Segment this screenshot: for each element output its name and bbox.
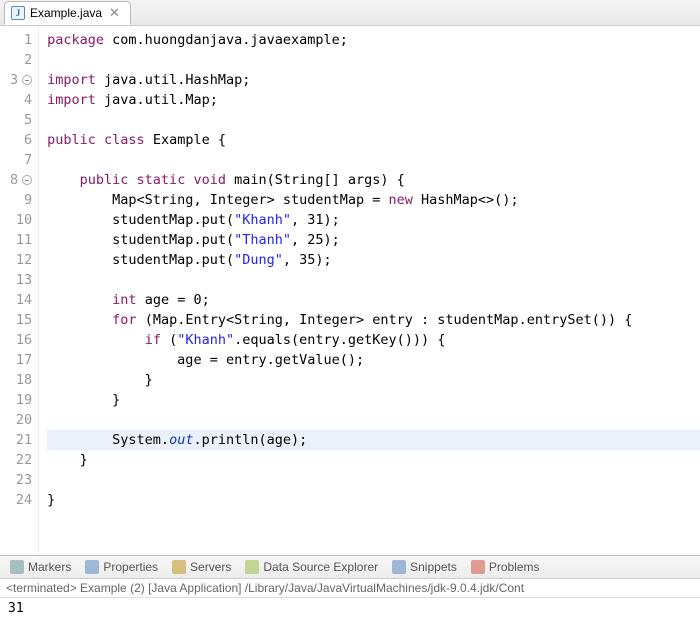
markers-icon xyxy=(10,560,24,574)
code-line[interactable]: studentMap.put("Dung", 35); xyxy=(47,250,700,270)
code-line[interactable] xyxy=(47,50,700,70)
view-tab-properties[interactable]: Properties xyxy=(85,560,158,574)
code-line[interactable]: } xyxy=(47,490,700,510)
line-number: 19 xyxy=(10,390,32,410)
view-tab-problems[interactable]: Problems xyxy=(471,560,540,574)
code-line[interactable] xyxy=(47,110,700,130)
view-tab-data-source-explorer[interactable]: Data Source Explorer xyxy=(245,560,378,574)
code-line[interactable]: age = entry.getValue(); xyxy=(47,350,700,370)
code-editor[interactable]: 123456789101112131415161718192021222324 … xyxy=(0,26,700,556)
servers-icon xyxy=(172,560,186,574)
editor-tab[interactable]: J Example.java ✕ xyxy=(4,1,131,25)
view-tab-snippets[interactable]: Snippets xyxy=(392,560,457,574)
view-tab-servers[interactable]: Servers xyxy=(172,560,231,574)
line-number: 5 xyxy=(10,110,32,130)
console-output: 31 xyxy=(0,598,700,626)
line-number: 11 xyxy=(10,230,32,250)
code-line[interactable] xyxy=(47,470,700,490)
code-line[interactable]: } xyxy=(47,390,700,410)
code-line[interactable] xyxy=(47,150,700,170)
fold-toggle-icon[interactable] xyxy=(22,175,32,185)
problems-icon xyxy=(471,560,485,574)
code-line[interactable]: public static void main(String[] args) { xyxy=(47,170,700,190)
line-number: 6 xyxy=(10,130,32,150)
code-area[interactable]: package com.huongdanjava.javaexample; imp… xyxy=(39,26,700,555)
line-number: 3 xyxy=(10,70,32,90)
code-line[interactable]: System.out.println(age); xyxy=(47,430,700,450)
code-line[interactable]: Map<String, Integer> studentMap = new Ha… xyxy=(47,190,700,210)
line-number: 9 xyxy=(10,190,32,210)
view-tab-label: Data Source Explorer xyxy=(263,560,378,574)
line-number-gutter: 123456789101112131415161718192021222324 xyxy=(0,26,39,555)
code-line[interactable]: if ("Khanh".equals(entry.getKey())) { xyxy=(47,330,700,350)
line-number: 23 xyxy=(10,470,32,490)
view-tab-markers[interactable]: Markers xyxy=(10,560,71,574)
code-line[interactable]: import java.util.HashMap; xyxy=(47,70,700,90)
line-number: 24 xyxy=(10,490,32,510)
fold-toggle-icon[interactable] xyxy=(22,75,32,85)
line-number: 8 xyxy=(10,170,32,190)
line-number: 15 xyxy=(10,310,32,330)
view-tab-label: Markers xyxy=(28,560,71,574)
view-tab-label: Servers xyxy=(190,560,231,574)
line-number: 21 xyxy=(10,430,32,450)
code-line[interactable]: int age = 0; xyxy=(47,290,700,310)
code-line[interactable]: package com.huongdanjava.javaexample; xyxy=(47,30,700,50)
tab-filename: Example.java xyxy=(30,6,102,20)
line-number: 1 xyxy=(10,30,32,50)
line-number: 14 xyxy=(10,290,32,310)
properties-icon xyxy=(85,560,99,574)
line-number: 20 xyxy=(10,410,32,430)
code-line[interactable]: studentMap.put("Thanh", 25); xyxy=(47,230,700,250)
line-number: 12 xyxy=(10,250,32,270)
code-line[interactable]: for (Map.Entry<String, Integer> entry : … xyxy=(47,310,700,330)
line-number: 17 xyxy=(10,350,32,370)
code-line[interactable] xyxy=(47,410,700,430)
code-line[interactable]: import java.util.Map; xyxy=(47,90,700,110)
snippets-icon xyxy=(392,560,406,574)
line-number: 22 xyxy=(10,450,32,470)
data-source-explorer-icon xyxy=(245,560,259,574)
view-tab-label: Problems xyxy=(489,560,540,574)
line-number: 13 xyxy=(10,270,32,290)
code-line[interactable] xyxy=(47,270,700,290)
line-number: 4 xyxy=(10,90,32,110)
code-line[interactable]: } xyxy=(47,450,700,470)
line-number: 2 xyxy=(10,50,32,70)
line-number: 7 xyxy=(10,150,32,170)
line-number: 10 xyxy=(10,210,32,230)
view-tab-label: Snippets xyxy=(410,560,457,574)
view-tab-label: Properties xyxy=(103,560,158,574)
views-tab-bar: Markers Properties Servers Data Source Expl… xyxy=(0,556,700,579)
line-number: 16 xyxy=(10,330,32,350)
code-line[interactable]: } xyxy=(47,370,700,390)
code-line[interactable]: public class Example { xyxy=(47,130,700,150)
code-line[interactable]: studentMap.put("Khanh", 31); xyxy=(47,210,700,230)
close-icon[interactable]: ✕ xyxy=(107,5,120,21)
java-file-icon: J xyxy=(11,6,25,20)
editor-tab-bar: J Example.java ✕ xyxy=(0,0,700,26)
line-number: 18 xyxy=(10,370,32,390)
console-status: <terminated> Example (2) [Java Applicati… xyxy=(0,579,700,598)
